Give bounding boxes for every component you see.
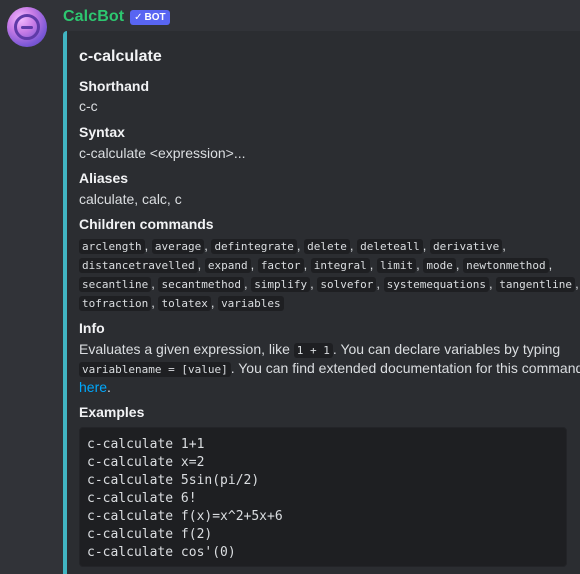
- child-command: defintegrate: [211, 239, 297, 254]
- field-name-syntax: Syntax: [79, 124, 125, 140]
- bot-badge: ✓ BOT: [130, 9, 170, 25]
- child-command: variables: [218, 296, 284, 311]
- info-text-3: . You can find extended documentation fo…: [230, 360, 580, 376]
- child-command: tofraction: [79, 296, 152, 311]
- bot-badge-label: BOT: [144, 11, 166, 23]
- child-command: derivative: [429, 239, 503, 254]
- comma-separator: ,: [144, 238, 152, 253]
- info-line-2: variablename = [value]. You can find ext…: [79, 360, 580, 377]
- child-command: tangentline: [496, 277, 576, 292]
- message-header: CalcBot ✓ BOT: [63, 6, 170, 28]
- comma-separator: ,: [369, 257, 378, 272]
- info-line-1: Evaluates a given expression, like 1 + 1…: [79, 341, 560, 358]
- example-line: c-calculate cos'(0): [87, 545, 236, 560]
- child-command: solvefor: [317, 277, 377, 292]
- info-text-4: .: [107, 379, 111, 395]
- child-command: factor: [257, 258, 304, 273]
- examples-codeblock[interactable]: c-calculate 1+1 c-calculate x=2 c-calcul…: [79, 427, 567, 567]
- comma-separator: ,: [575, 276, 579, 291]
- field-name-examples: Examples: [79, 404, 145, 420]
- info-code-1: 1 + 1: [293, 343, 333, 358]
- example-line: c-calculate 5sin(pi/2): [87, 473, 260, 488]
- child-command: mode: [423, 258, 456, 273]
- example-line: c-calculate f(x)=x^2+5x+6: [87, 509, 283, 524]
- child-command: deleteall: [357, 239, 423, 254]
- child-command: limit: [377, 258, 417, 273]
- info-text-2: . You can declare variables by typing: [332, 341, 561, 357]
- info-code-2: variablename = [value]: [79, 362, 231, 377]
- children-line-2: distancetravelled, expand, factor, integ…: [79, 256, 552, 273]
- comma-separator: ,: [197, 257, 205, 272]
- comma-separator: ,: [303, 257, 311, 272]
- children-line-4: tofraction, tolatex, variables: [79, 294, 284, 311]
- child-command: simplify: [251, 277, 311, 292]
- comma-separator: ,: [250, 257, 258, 272]
- child-command: integral: [310, 258, 370, 273]
- comma-separator: ,: [422, 238, 430, 253]
- comma-separator: ,: [548, 257, 553, 272]
- child-command: systemequations: [383, 277, 489, 292]
- child-command: newtonmethod: [463, 258, 549, 273]
- child-command: average: [151, 239, 205, 254]
- child-command: secantline: [79, 277, 152, 292]
- example-line: c-calculate x=2: [87, 455, 205, 470]
- children-line-3: secantline, secantmethod, simplify, solv…: [79, 275, 579, 292]
- theta-icon: [14, 14, 40, 40]
- info-text-1: Evaluates a given expression, like: [79, 341, 294, 357]
- command-embed: c-calculate Shorthand c-c Syntax c-calcu…: [63, 31, 580, 574]
- checkmark-icon: ✓: [134, 11, 143, 23]
- child-command: secantmethod: [158, 277, 244, 292]
- field-value-aliases: calculate, calc, c: [79, 191, 182, 207]
- field-name-aliases: Aliases: [79, 170, 129, 186]
- field-value-shorthand: c-c: [79, 98, 98, 114]
- author-name[interactable]: CalcBot: [63, 8, 124, 26]
- comma-separator: ,: [502, 238, 506, 253]
- child-command: expand: [204, 258, 251, 273]
- field-name-shorthand: Shorthand: [79, 78, 149, 94]
- example-line: c-calculate f(2): [87, 527, 213, 542]
- child-command: arclength: [79, 239, 145, 254]
- child-command: tolatex: [158, 296, 211, 311]
- child-command: distancetravelled: [79, 258, 198, 273]
- example-line: c-calculate 1+1: [87, 437, 205, 452]
- field-name-children: Children commands: [79, 216, 214, 232]
- comma-separator: ,: [376, 276, 384, 291]
- documentation-link[interactable]: here: [79, 379, 107, 395]
- embed-title: c-calculate: [79, 48, 162, 65]
- example-line: c-calculate 6!: [87, 491, 197, 506]
- info-line-3: here.: [79, 379, 111, 395]
- field-value-syntax: c-calculate <expression>...: [79, 145, 246, 161]
- comma-separator: ,: [210, 295, 219, 310]
- field-name-info: Info: [79, 320, 105, 336]
- child-command: delete: [304, 239, 350, 254]
- bot-avatar[interactable]: [7, 7, 47, 47]
- children-line-1: arclength, average, defintegrate, delete…: [79, 237, 506, 254]
